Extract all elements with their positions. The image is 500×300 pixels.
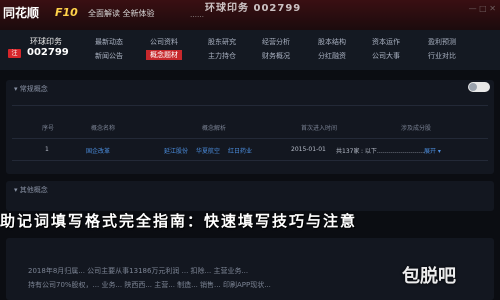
nav-financials[interactable]: 财务概况 xyxy=(262,51,290,61)
constituent-preview: : 以下…………………… xyxy=(361,148,425,155)
security-code: 002799 xyxy=(27,47,69,58)
divider xyxy=(12,105,488,106)
detail-text-line: 2018年8月归属... 公司主要从事13186万元利润 ... 扣除... 主… xyxy=(28,267,249,275)
divider xyxy=(12,160,488,161)
app-logo: 同花顺 xyxy=(3,4,39,21)
nav-concepts[interactable]: 概念题材 xyxy=(146,50,182,60)
nav-capital-ops[interactable]: 资本运作 xyxy=(372,37,400,47)
overlay-headline: 助记词填写格式完全指南：快速填写技巧与注意 xyxy=(0,212,358,230)
top-menu-label[interactable]: 全面解读 全新体验 xyxy=(88,8,155,19)
panel-heading[interactable]: ▾ 其他概念 xyxy=(14,185,48,195)
detail-text-line: 持有公司70%股权，... 业务... 陕西西... 主营... 制造... 销… xyxy=(28,281,271,289)
ticker-banner: 环球印务 002799 xyxy=(205,3,302,14)
nav-dividends[interactable]: 分红融资 xyxy=(318,51,346,61)
window-controls[interactable]: — □ ✕ xyxy=(469,4,496,13)
nav-capital-structure[interactable]: 股本结构 xyxy=(318,37,346,47)
app-name: F10 xyxy=(55,6,78,19)
constituent-count: 共137家 xyxy=(336,148,360,155)
nav-latest[interactable]: 最新动态 xyxy=(95,37,123,47)
concepts-panel: ▾ 常规概念 序号 概念名称 概念解析 首次进入时间 涉及成分股 1 国企改革 … xyxy=(6,80,494,174)
concept-tag[interactable]: 红日药业 xyxy=(228,146,252,155)
concept-name-link[interactable]: 国企改革 xyxy=(86,146,110,155)
ticker-subtitle: …… xyxy=(190,11,204,19)
nav-industry[interactable]: 行业对比 xyxy=(428,51,456,61)
concept-tag[interactable]: 华夏航空 xyxy=(196,146,220,155)
expand-link[interactable]: 展开 ▾ xyxy=(424,146,441,155)
col-first-date: 首次进入时间 xyxy=(301,125,338,132)
nav-events[interactable]: 公司大事 xyxy=(372,51,400,61)
other-concepts-panel: ▾ 其他概念 xyxy=(6,181,494,211)
logo-text: 同花顺 xyxy=(3,6,40,20)
row-index: 1 xyxy=(45,146,49,153)
nav-shareholders[interactable]: 股东研究 xyxy=(208,37,236,47)
col-name: 概念名称 xyxy=(91,125,116,132)
panel-toggle[interactable] xyxy=(468,82,490,92)
watermark: 包脱吧 xyxy=(402,266,456,287)
divider xyxy=(12,138,488,139)
nav-news[interactable]: 新闻公告 xyxy=(95,51,123,61)
col-constituents: 涉及成分股 xyxy=(401,125,432,132)
col-analysis: 概念解析 xyxy=(202,125,227,132)
concept-tag[interactable]: 延江股份 xyxy=(164,146,188,155)
security-name: 环球印务 xyxy=(30,37,62,46)
col-index: 序号 xyxy=(42,125,55,132)
first-entry-date: 2015-01-01 xyxy=(291,146,326,153)
security-badge: 注 xyxy=(8,49,21,58)
nav-operations[interactable]: 经营分析 xyxy=(262,37,290,47)
nav-forecast[interactable]: 盈利预测 xyxy=(428,37,456,47)
nav-holdings[interactable]: 主力持仓 xyxy=(208,51,236,61)
panel-heading[interactable]: ▾ 常规概念 xyxy=(14,84,48,94)
security-bar xyxy=(0,30,500,70)
nav-company-info[interactable]: 公司资料 xyxy=(150,37,178,47)
